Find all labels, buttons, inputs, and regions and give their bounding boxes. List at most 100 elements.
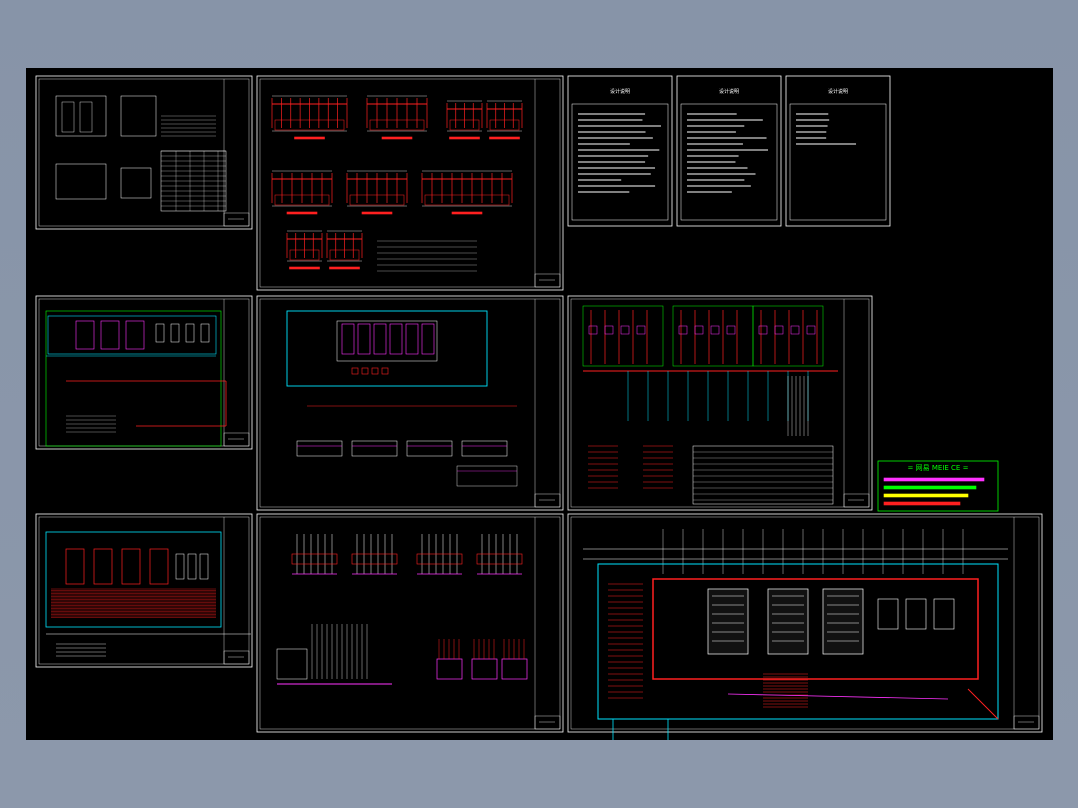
sheet-border	[676, 75, 782, 227]
grounding-point	[361, 367, 369, 375]
drawing-sheet-s5: 设计说明	[785, 75, 891, 227]
sheet-border	[785, 75, 891, 227]
view-label-underline	[286, 211, 318, 215]
busbar	[416, 553, 463, 565]
sheet-border	[256, 75, 564, 291]
legend-box: = 网易 MEIE CE =	[877, 460, 999, 512]
breaker	[678, 325, 688, 335]
title-block	[534, 273, 561, 288]
panel-group	[672, 305, 754, 367]
breaker	[620, 325, 630, 335]
panel-group	[752, 305, 824, 367]
switchgear	[357, 323, 371, 355]
cad-drawing[interactable]: 设计说明 设计说明 设计说明 = 网易 MEIE CE =	[26, 68, 1053, 740]
transformer-bay	[767, 588, 809, 655]
switchgear	[405, 323, 419, 355]
breaker	[694, 325, 704, 335]
panel	[170, 323, 180, 343]
section-detail	[461, 440, 508, 457]
cabinet	[121, 548, 141, 585]
busbar	[291, 553, 338, 565]
section-detail	[296, 440, 343, 457]
busbar	[351, 553, 398, 565]
view-label-underline	[451, 211, 483, 215]
breaker	[790, 325, 800, 335]
title-block	[534, 715, 561, 730]
sheet-inner-border	[259, 516, 561, 730]
cable-tray	[501, 658, 528, 680]
room-plan	[120, 167, 152, 199]
material-table	[456, 465, 518, 487]
notes-title: 设计说明	[719, 88, 739, 95]
drawing-sheet-s8	[567, 295, 873, 511]
view-label-underline	[294, 136, 325, 140]
legend-line	[883, 501, 961, 506]
sheet-inner-border	[38, 78, 250, 227]
transformer-bay	[707, 588, 749, 655]
drawing-sheet-s9	[35, 513, 253, 668]
drawing-sheet-s10	[256, 513, 564, 733]
drawing-sheet-s11	[567, 513, 1043, 740]
panel	[185, 323, 195, 343]
switchgear	[341, 323, 355, 355]
panel	[877, 598, 899, 630]
panel	[199, 553, 209, 580]
sheet-border	[567, 75, 673, 227]
legend-line	[883, 485, 977, 490]
cabinet	[149, 548, 169, 585]
building-outline	[286, 310, 488, 387]
view-label-underline	[489, 136, 520, 140]
room-plan	[120, 95, 157, 137]
title-block	[223, 650, 250, 665]
section-detail	[406, 440, 453, 457]
panel	[200, 323, 210, 343]
breaker	[604, 325, 614, 335]
breaker	[774, 325, 784, 335]
view-label-underline	[361, 211, 393, 215]
sheet-border	[567, 295, 873, 511]
panel	[155, 323, 165, 343]
plan-outline	[45, 531, 222, 628]
notes-title: 设计说明	[828, 88, 848, 95]
panel-group	[582, 305, 664, 367]
title-block	[843, 493, 870, 508]
switchgear	[373, 323, 387, 355]
drawing-sheet-s2	[256, 75, 564, 291]
title-block	[223, 212, 250, 227]
cabinet	[100, 320, 120, 350]
breaker	[726, 325, 736, 335]
busbar	[476, 553, 523, 565]
breaker	[636, 325, 646, 335]
transformer-bay	[822, 588, 864, 655]
equipment-room	[47, 315, 217, 355]
view-label-underline	[329, 266, 360, 270]
room-plan	[55, 163, 107, 200]
cable-trench	[652, 578, 979, 680]
cable-schedule	[692, 445, 834, 505]
legend-line	[883, 477, 985, 482]
drawing-sheet-s1	[35, 75, 253, 230]
panel	[175, 553, 185, 580]
breaker	[806, 325, 816, 335]
panel	[187, 553, 197, 580]
cabinet	[75, 320, 95, 350]
breaker	[588, 325, 598, 335]
title-block	[223, 432, 250, 447]
drawing-sheet-s7	[256, 295, 564, 511]
sheet-inner-border	[259, 78, 561, 288]
breaker	[758, 325, 768, 335]
enclosure	[276, 648, 308, 680]
title-block	[1013, 715, 1040, 730]
cabinet	[125, 320, 145, 350]
grounding-point	[371, 367, 379, 375]
panel	[905, 598, 927, 630]
drawing-sheet-s4: 设计说明	[676, 75, 782, 227]
grounding-point	[381, 367, 389, 375]
notes-box	[789, 103, 887, 221]
switchgear	[389, 323, 403, 355]
breaker	[710, 325, 720, 335]
cad-model-space[interactable]: 设计说明 设计说明 设计说明 = 网易 MEIE CE =	[26, 68, 1053, 740]
switchgear	[421, 323, 435, 355]
cabinet	[93, 548, 113, 585]
legend-line	[883, 493, 969, 498]
